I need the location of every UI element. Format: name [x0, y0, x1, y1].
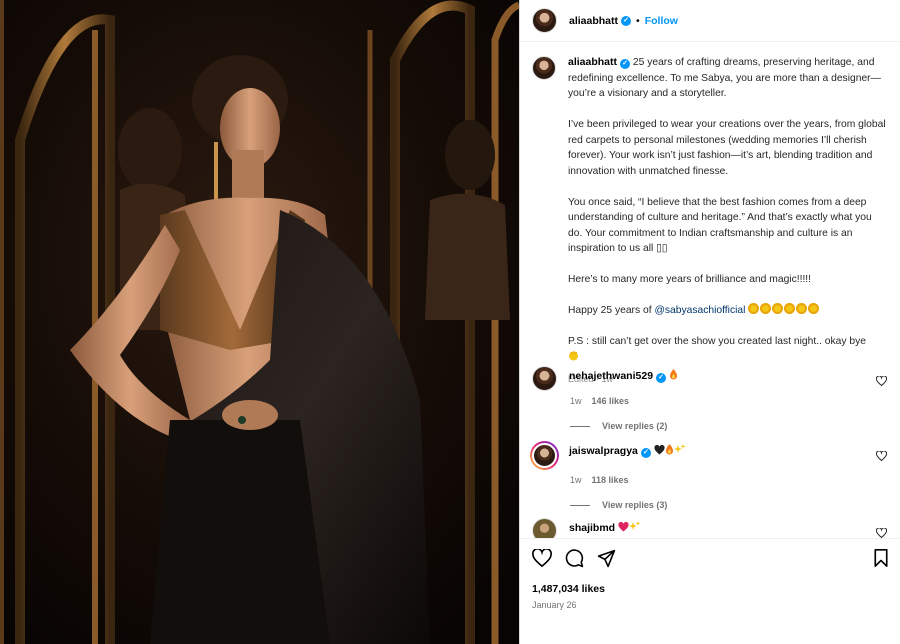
black-heart-emoji — [654, 445, 665, 455]
comment-meta: 1w 146 likes — [570, 396, 897, 406]
caption-username[interactable]: aliaabhatt — [568, 56, 617, 68]
comment-item: jaiswalpragya ✓ 1w 118 likes View replies … — [530, 441, 897, 510]
comment-meta: 1w 118 likes — [570, 475, 897, 485]
story-ring[interactable] — [530, 441, 559, 470]
post-caption: aliaabhatt ✓ 25 years of crafting dreams,… — [532, 55, 892, 388]
caption-avatar[interactable] — [532, 56, 556, 80]
heart-icon[interactable] — [532, 549, 552, 567]
share-icon[interactable] — [597, 549, 616, 568]
view-replies-label[interactable]: View replies (2) — [602, 421, 667, 431]
red-heart-emoji — [618, 522, 629, 532]
view-replies-label[interactable]: View replies (3) — [602, 500, 667, 510]
comment-avatar[interactable] — [532, 366, 557, 391]
comment-item: nehajethwani529 ✓ 1w 146 likes View replie… — [532, 366, 897, 431]
verified-icon: ✓ — [621, 15, 632, 26]
comment-time: 1w — [570, 475, 582, 485]
likes-count[interactable]: 1,487,034 likes — [532, 583, 605, 595]
sparkles-emoji — [673, 444, 686, 453]
comment-row: nehajethwani529 ✓ — [532, 366, 897, 391]
author-avatar[interactable] — [532, 8, 557, 33]
post-sidebar: aliaabhatt ✓ • Follow aliaabhatt ✓ 25 yea… — [519, 0, 900, 644]
comment-username[interactable]: shajibmd — [569, 522, 615, 534]
fire-emoji — [665, 444, 673, 455]
comment-icon[interactable] — [565, 549, 584, 568]
sun-emoji — [784, 303, 796, 314]
view-replies-button[interactable]: View replies (3) — [570, 500, 897, 510]
sun-emoji — [760, 303, 772, 314]
comment-time: 1w — [570, 396, 582, 406]
caption-paragraph-6: P.S : still can’t get over the show you … — [568, 334, 888, 366]
caption-paragraph-3: You once said, “I believe that the best … — [568, 196, 872, 255]
comment-avatar[interactable] — [532, 443, 557, 468]
comment-like-icon[interactable] — [876, 451, 887, 461]
caption-text-6: P.S : still can’t get over the show you … — [568, 336, 867, 347]
save-icon[interactable] — [873, 549, 889, 567]
post-dialog: aliaabhatt ✓ • Follow aliaabhatt ✓ 25 yea… — [0, 0, 900, 644]
comment-username[interactable]: nehajethwani529 — [569, 370, 653, 382]
verified-icon: ✓ — [656, 373, 667, 383]
header-separator: • — [636, 14, 640, 27]
action-icons — [532, 549, 616, 568]
comment-username[interactable]: jaiswalpragya — [569, 445, 638, 457]
post-header: aliaabhatt ✓ • Follow — [520, 0, 900, 42]
comments-scroll-area[interactable]: aliaabhatt ✓ 25 years of crafting dreams,… — [520, 43, 900, 538]
fire-emoji — [669, 369, 677, 380]
comment-row: shajibmd — [532, 518, 897, 538]
post-image-illustration — [0, 0, 519, 644]
comment-row: jaiswalpragya ✓ — [530, 441, 897, 470]
view-replies-button[interactable]: View replies (2) — [570, 421, 897, 431]
caption-body: aliaabhatt ✓ 25 years of crafting dreams,… — [568, 55, 888, 388]
post-photo[interactable] — [0, 0, 519, 644]
sun-emoji — [796, 303, 808, 314]
comment-likes[interactable]: 118 likes — [592, 475, 629, 485]
comment-like-icon[interactable] — [876, 528, 887, 538]
follow-button[interactable]: Follow — [645, 15, 678, 27]
comment-text: jaiswalpragya ✓ — [569, 444, 897, 458]
comment-text: nehajethwani529 ✓ — [569, 369, 897, 383]
caption-paragraph-2: I’ve been privileged to wear your creati… — [568, 119, 886, 177]
comment-avatar[interactable] — [532, 518, 557, 538]
comment-likes[interactable]: 146 likes — [592, 396, 630, 406]
post-actions-section: 1,487,034 likes January 26 — [520, 538, 900, 644]
author-username[interactable]: aliaabhatt — [569, 15, 618, 27]
mention-link[interactable]: @sabyasachiofficial — [654, 305, 745, 316]
sun-emoji — [772, 303, 784, 314]
caption-text-5: Happy 25 years of — [568, 305, 655, 316]
caption-paragraph-1: aliaabhatt ✓ 25 years of crafting dreams,… — [568, 55, 888, 102]
caption-paragraph-4: Here’s to many more years of brilliance … — [568, 274, 812, 285]
caption-paragraph-5: Happy 25 years of @sabyasachiofficial — [568, 303, 888, 319]
replies-divider — [570, 504, 590, 506]
post-date: January 26 — [532, 600, 577, 610]
sparkles-emoji — [628, 521, 641, 530]
sun-emoji — [748, 303, 760, 314]
replies-divider — [570, 425, 590, 427]
sun-emoji — [808, 303, 820, 314]
clap-emoji — [568, 350, 579, 367]
comment-text: shajibmd — [569, 521, 897, 534]
verified-icon: ✓ — [640, 448, 651, 458]
verified-icon: ✓ — [620, 59, 631, 69]
comment-like-icon[interactable] — [876, 376, 887, 386]
comment-item: shajibmd — [532, 518, 897, 538]
